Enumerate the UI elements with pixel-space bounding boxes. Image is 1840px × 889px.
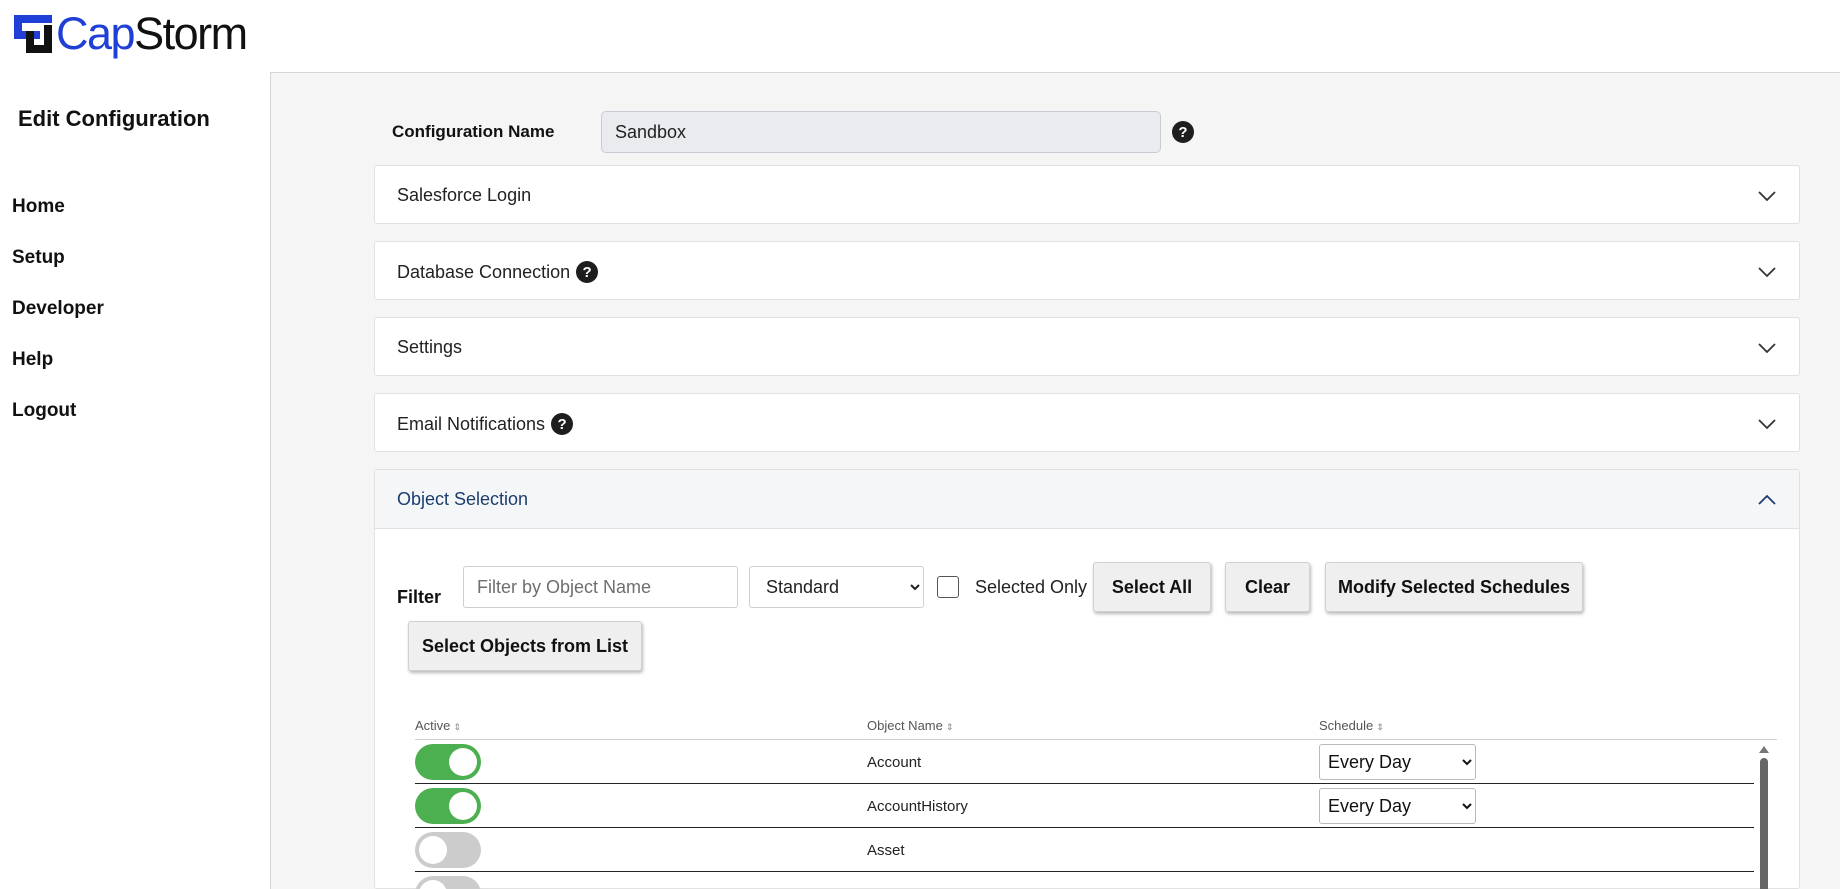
toggle-knob	[419, 836, 447, 864]
filter-input[interactable]	[463, 566, 738, 608]
section-email-notifications[interactable]: Email Notifications?	[374, 393, 1800, 452]
logo-text-storm: Storm	[134, 8, 248, 59]
section-title-text: Settings	[397, 337, 463, 357]
column-header-text: Schedule	[1319, 718, 1374, 733]
object-type-select[interactable]: Standard	[749, 566, 924, 608]
section-title-text: Salesforce Login	[397, 185, 532, 205]
column-header-object-name[interactable]: Object Name ⇕	[867, 718, 953, 733]
active-toggle[interactable]	[415, 876, 481, 889]
section-title: Email Notifications?	[397, 413, 574, 435]
chevron-up-icon	[1758, 494, 1776, 505]
column-header-text: Object Name	[867, 718, 943, 733]
chevron-down-icon	[1758, 267, 1776, 278]
chevron-down-icon	[1758, 419, 1776, 430]
configuration-name-input[interactable]	[601, 111, 1161, 153]
select-all-button[interactable]: Select All	[1093, 562, 1211, 612]
table-row: Account Every Day	[415, 740, 1754, 784]
configuration-help-icon[interactable]: ?	[1172, 121, 1194, 143]
section-settings[interactable]: Settings	[374, 317, 1800, 376]
chevron-down-icon	[1758, 343, 1776, 354]
active-toggle[interactable]	[415, 744, 481, 780]
table-scrollbar[interactable]	[1757, 746, 1771, 889]
table-row: Asset	[415, 828, 1754, 872]
select-objects-from-list-button[interactable]: Select Objects from List	[408, 621, 642, 671]
sidebar-item-developer[interactable]: Developer	[12, 298, 104, 349]
active-toggle[interactable]	[415, 832, 481, 868]
section-salesforce-login[interactable]: Salesforce Login	[374, 165, 1800, 224]
toggle-knob	[449, 748, 477, 776]
active-toggle[interactable]	[415, 788, 481, 824]
sort-icon: ⇕	[945, 722, 954, 732]
selected-only-checkbox[interactable]	[937, 576, 959, 598]
section-title: Settings	[397, 337, 462, 358]
logo-text-cap: Cap	[56, 8, 136, 59]
sort-icon: ⇕	[1376, 722, 1384, 732]
database-help-icon[interactable]: ?	[576, 261, 599, 283]
schedule-select[interactable]: Every Day	[1319, 744, 1476, 780]
toggle-knob	[419, 880, 447, 889]
configuration-name-label: Configuration Name	[392, 122, 555, 141]
object-name-cell: Account	[867, 754, 922, 771]
sidebar-item-logout[interactable]: Logout	[12, 400, 104, 451]
schedule-select[interactable]: Every Day	[1319, 788, 1476, 824]
objects-table-header: Active ⇕ Object Name ⇕ Schedule ⇕	[415, 718, 1777, 740]
toggle-knob	[449, 792, 477, 820]
sidebar-item-setup[interactable]: Setup	[12, 247, 104, 298]
section-title: Salesforce Login	[397, 185, 531, 206]
column-header-schedule[interactable]: Schedule ⇕	[1319, 718, 1384, 733]
sidebar-item-help[interactable]: Help	[12, 349, 104, 400]
filter-label: Filter	[397, 587, 442, 607]
object-name-cell: AccountHistory	[867, 798, 968, 815]
scroll-up-arrow-icon[interactable]	[1759, 746, 1769, 753]
section-title-text: Object Selection	[397, 489, 529, 509]
chevron-down-icon	[1758, 191, 1776, 202]
modify-selected-schedules-button[interactable]: Modify Selected Schedules	[1325, 562, 1583, 612]
email-help-icon[interactable]: ?	[551, 413, 574, 435]
section-object-selection: Object Selection Filter Standard Selecte…	[374, 469, 1800, 889]
section-title-text: Database Connection	[397, 261, 571, 282]
table-row: AccountHistory Every Day	[415, 784, 1754, 828]
sidebar-nav: Home Setup Developer Help Logout	[12, 196, 104, 451]
section-title: Database Connection?	[397, 261, 599, 283]
main-content: Configuration Name ? Salesforce Login Da…	[270, 72, 1840, 889]
sort-icon: ⇕	[453, 722, 461, 732]
table-row	[415, 872, 1754, 889]
object-name-cell: Asset	[867, 842, 905, 859]
column-header-active[interactable]: Active ⇕	[415, 718, 461, 733]
sidebar-item-home[interactable]: Home	[12, 196, 104, 247]
column-header-text: Active	[415, 718, 451, 733]
logo-wordmark: CapStorm	[56, 11, 248, 56]
sidebar: Edit Configuration Home Setup Developer …	[0, 72, 270, 889]
configuration-name-row: Configuration Name ?	[392, 111, 1212, 153]
section-title: Object Selection	[397, 489, 528, 510]
clear-button[interactable]: Clear	[1225, 562, 1310, 612]
object-selection-header[interactable]: Object Selection	[375, 470, 1799, 529]
page-title: Edit Configuration	[18, 106, 210, 131]
capstorm-logo[interactable]: CapStorm	[14, 11, 248, 56]
scrollbar-thumb[interactable]	[1760, 758, 1768, 889]
selected-only-label: Selected Only	[975, 577, 1088, 597]
section-title-text: Email Notifications	[397, 413, 546, 434]
top-bar: CapStorm	[0, 0, 1840, 72]
section-database-connection[interactable]: Database Connection?	[374, 241, 1800, 300]
capstorm-logo-mark-icon	[14, 15, 52, 53]
